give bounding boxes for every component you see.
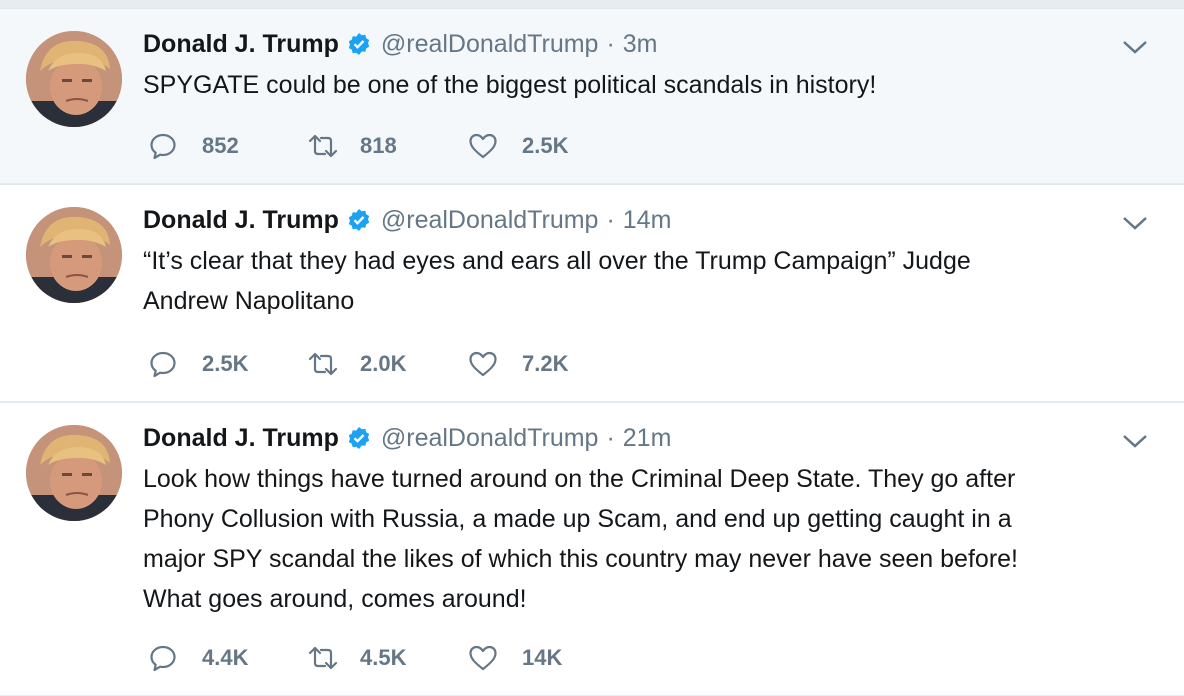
reply-button[interactable]: 4.4K bbox=[148, 643, 308, 673]
reply-button[interactable]: 852 bbox=[148, 131, 308, 161]
chevron-down-icon[interactable] bbox=[1122, 39, 1148, 55]
verified-badge-icon bbox=[347, 208, 371, 232]
separator: · bbox=[606, 205, 615, 234]
tweet-actions: 4.4K 4.5K 14K bbox=[148, 641, 628, 675]
separator: · bbox=[606, 423, 615, 452]
tweet-text: “It’s clear that they had eyes and ears … bbox=[143, 241, 1153, 321]
tweet-header: Donald J. Trump @realDonaldTrump · 3m bbox=[143, 27, 658, 61]
retweet-button[interactable]: 818 bbox=[308, 131, 468, 161]
like-button[interactable]: 2.5K bbox=[468, 131, 628, 161]
retweet-icon bbox=[308, 352, 338, 376]
tweet[interactable]: Donald J. Trump @realDonaldTrump · 21m L… bbox=[0, 402, 1184, 696]
like-button[interactable]: 14K bbox=[468, 643, 628, 673]
tweet-text: Look how things have turned around on th… bbox=[143, 459, 1153, 619]
tweet-header: Donald J. Trump @realDonaldTrump · 21m bbox=[143, 421, 671, 455]
heart-icon bbox=[469, 351, 497, 377]
retweet-button[interactable]: 4.5K bbox=[308, 643, 468, 673]
tweet-text-line: SPYGATE could be one of the biggest poli… bbox=[143, 71, 877, 99]
tweet-text-line: Andrew Napolitano bbox=[143, 287, 355, 315]
retweet-count: 4.5K bbox=[360, 645, 407, 670]
verified-badge-icon bbox=[347, 426, 371, 450]
retweet-button[interactable]: 2.0K bbox=[308, 349, 468, 379]
tweet-text-line: Look how things have turned around on th… bbox=[143, 465, 1016, 493]
separator: · bbox=[606, 29, 615, 58]
tweet-text-line: major SPY scandal the likes of which thi… bbox=[143, 545, 1018, 573]
handle[interactable]: @realDonaldTrump bbox=[381, 424, 599, 453]
tweet-text-line: What goes around, comes around! bbox=[143, 585, 527, 613]
reply-count: 852 bbox=[202, 133, 239, 158]
timeline: Donald J. Trump @realDonaldTrump · 3m SP… bbox=[0, 0, 1184, 696]
tweet-actions: 2.5K 2.0K 7.2K bbox=[148, 347, 628, 381]
like-button[interactable]: 7.2K bbox=[468, 349, 628, 379]
avatar[interactable] bbox=[26, 31, 122, 127]
like-count: 2.5K bbox=[522, 133, 569, 158]
reply-icon bbox=[150, 645, 176, 672]
timestamp[interactable]: 14m bbox=[623, 206, 672, 235]
tweet-header: Donald J. Trump @realDonaldTrump · 14m bbox=[143, 203, 671, 237]
retweet-count: 2.0K bbox=[360, 351, 407, 376]
reply-count: 4.4K bbox=[202, 645, 249, 670]
heart-icon bbox=[469, 645, 497, 671]
tweet[interactable]: Donald J. Trump @realDonaldTrump · 14m “… bbox=[0, 184, 1184, 402]
timestamp[interactable]: 21m bbox=[623, 424, 672, 453]
reply-icon bbox=[150, 351, 176, 378]
avatar[interactable] bbox=[26, 425, 122, 521]
display-name[interactable]: Donald J. Trump bbox=[143, 424, 339, 453]
heart-icon bbox=[469, 133, 497, 159]
chevron-down-icon[interactable] bbox=[1122, 433, 1148, 449]
chevron-down-icon[interactable] bbox=[1122, 215, 1148, 231]
reply-icon bbox=[150, 133, 176, 160]
verified-badge-icon bbox=[347, 32, 371, 56]
timestamp[interactable]: 3m bbox=[623, 30, 658, 59]
display-name[interactable]: Donald J. Trump bbox=[143, 206, 339, 235]
retweet-count: 818 bbox=[360, 133, 397, 158]
tweet-text-line: “It’s clear that they had eyes and ears … bbox=[143, 247, 971, 275]
retweet-icon bbox=[308, 646, 338, 670]
like-count: 14K bbox=[522, 645, 563, 670]
tweet-text: SPYGATE could be one of the biggest poli… bbox=[143, 65, 1153, 105]
reply-count: 2.5K bbox=[202, 351, 249, 376]
reply-button[interactable]: 2.5K bbox=[148, 349, 308, 379]
display-name[interactable]: Donald J. Trump bbox=[143, 30, 339, 59]
handle[interactable]: @realDonaldTrump bbox=[381, 206, 599, 235]
handle[interactable]: @realDonaldTrump bbox=[381, 30, 599, 59]
retweet-icon bbox=[308, 134, 338, 158]
tweet-actions: 852 818 2.5K bbox=[148, 129, 628, 163]
tweet[interactable]: Donald J. Trump @realDonaldTrump · 3m SP… bbox=[0, 8, 1184, 184]
avatar[interactable] bbox=[26, 207, 122, 303]
like-count: 7.2K bbox=[522, 351, 569, 376]
tweet-text-line: Phony Collusion with Russia, a made up S… bbox=[143, 505, 1012, 533]
